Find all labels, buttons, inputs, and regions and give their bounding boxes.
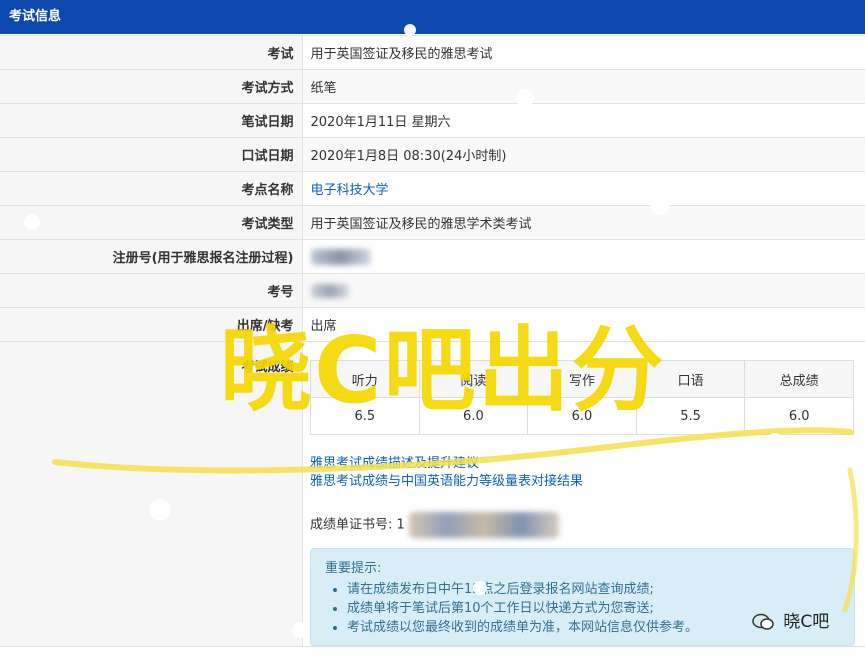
row-label-scores: 考试成绩	[0, 341, 303, 647]
row-value-test-centre: 电子科技大学	[302, 171, 865, 206]
redacted-registration-number	[310, 248, 371, 265]
row-value-exam-type: 用于英国签证及移民的雅思学术类考试	[302, 205, 865, 240]
redacted-certificate-number	[408, 512, 559, 538]
score-header-listening: 听力	[310, 360, 420, 398]
row-value-written-date: 2020年1月11日 星期六	[302, 103, 865, 138]
row-value-speaking-date: 2020年1月8日 08:30(24小时制)	[302, 137, 865, 172]
score-links: 雅思考试成绩描述及提升建议 雅思考试成绩与中国英语能力等级量表对接结果	[310, 455, 583, 491]
table-row: 考号	[0, 273, 865, 308]
row-value-candidate-number	[302, 273, 865, 308]
chat-icon	[752, 613, 774, 630]
table-row: 考试方式 纸笔	[0, 69, 865, 104]
score-overall: 6.0	[744, 397, 854, 435]
score-value-row: 6.5 6.0 6.0 5.5 6.0	[310, 397, 854, 435]
section-header: 考试信息	[0, 0, 865, 34]
account-name: 晓C吧	[783, 612, 830, 632]
account-badge: 晓C吧	[752, 612, 829, 632]
score-header-speaking: 口语	[635, 360, 746, 398]
row-value-attendance: 出席	[302, 307, 865, 342]
row-label-exam-type: 考试类型	[0, 205, 303, 240]
score-table: 听力 阅读 写作 口语 总成绩 6.5 6.0 6.0 5.5 6.0	[310, 360, 854, 435]
row-label-speaking-date: 口试日期	[0, 137, 303, 172]
certificate-number: 成绩单证书号: 1	[310, 512, 559, 538]
row-label-candidate-number: 考号	[0, 273, 303, 308]
redacted-candidate-number	[310, 283, 349, 298]
row-label-attendance: 出席/缺考	[0, 307, 303, 342]
score-header-row: 听力 阅读 写作 口语 总成绩	[310, 360, 854, 398]
score-reading: 6.0	[418, 397, 529, 435]
table-row: 口试日期 2020年1月8日 08:30(24小时制)	[0, 137, 865, 172]
row-label-exam-mode: 考试方式	[0, 69, 303, 104]
cse-alignment-link[interactable]: 雅思考试成绩与中国英语能力等级量表对接结果	[310, 473, 583, 491]
certificate-prefix: 1	[396, 517, 405, 533]
notice-title: 重要提示:	[325, 561, 382, 576]
row-value-registration-number	[302, 239, 865, 274]
score-header-reading: 阅读	[418, 360, 529, 398]
row-label-exam: 考试	[0, 35, 303, 70]
score-speaking: 5.5	[635, 397, 746, 435]
certificate-label: 成绩单证书号:	[310, 517, 393, 533]
row-label-written-date: 笔试日期	[0, 103, 303, 138]
row-label-registration-number: 注册号(用于雅思报名注册过程)	[0, 239, 303, 274]
table-row: 考试 用于英国签证及移民的雅思考试	[0, 35, 865, 70]
test-centre-link[interactable]: 电子科技大学	[311, 183, 389, 198]
table-row: 注册号(用于雅思报名注册过程)	[0, 239, 865, 274]
table-row: 出席/缺考 出席	[0, 307, 865, 342]
row-value-exam-mode: 纸笔	[302, 69, 865, 104]
notice-item: 请在成绩发布日中午12点之后登录报名网站查询成绩;	[347, 580, 840, 599]
score-writing: 6.0	[527, 397, 637, 435]
score-header-writing: 写作	[527, 360, 637, 398]
score-listening: 6.5	[310, 397, 420, 435]
table-row: 笔试日期 2020年1月11日 星期六	[0, 103, 865, 138]
section-title: 考试信息	[9, 9, 62, 24]
row-value-exam: 用于英国签证及移民的雅思考试	[302, 35, 865, 70]
table-row: 考点名称 电子科技大学	[0, 171, 865, 206]
row-label-test-centre: 考点名称	[0, 171, 303, 206]
table-row: 考试类型 用于英国签证及移民的雅思学术类考试	[0, 205, 865, 240]
score-header-overall: 总成绩	[744, 360, 854, 398]
score-description-link[interactable]: 雅思考试成绩描述及提升建议	[310, 455, 583, 473]
